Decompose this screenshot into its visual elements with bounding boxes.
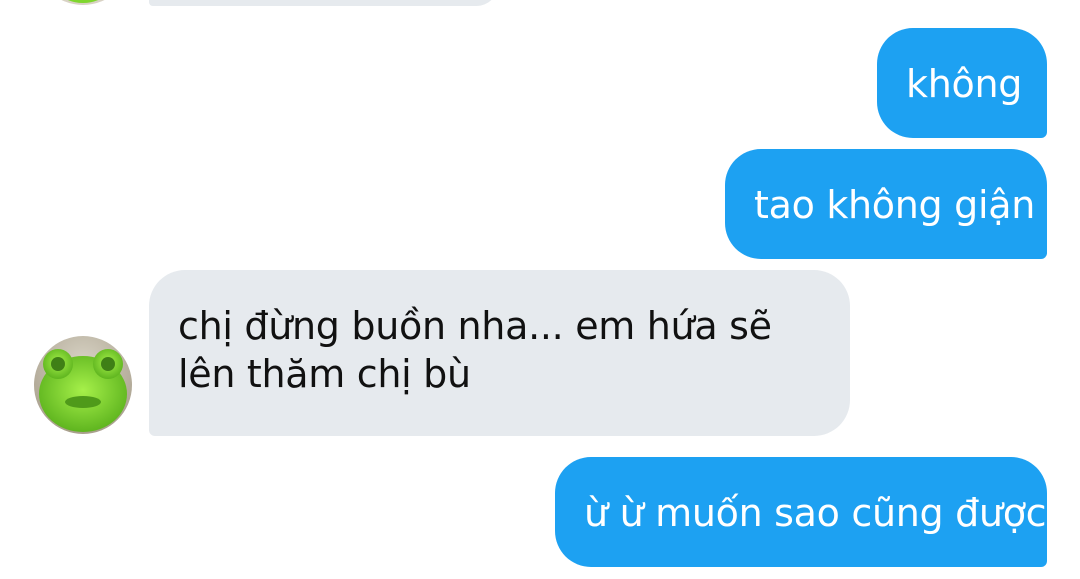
- message-bubble-received[interactable]: chị đừng buồn nha... em hứa sẽ lên thăm …: [149, 270, 850, 436]
- message-bubble-partial[interactable]: [149, 0, 499, 6]
- contact-avatar[interactable]: [34, 336, 132, 434]
- message-text: ừ ừ muốn sao cũng được: [584, 491, 1047, 535]
- message-text: chị đừng buồn nha... em hứa sẽ lên thăm …: [178, 304, 772, 396]
- message-text: tao không giận: [754, 183, 1035, 227]
- message-bubble-sent[interactable]: ừ ừ muốn sao cũng được: [555, 457, 1047, 567]
- message-bubble-sent[interactable]: không: [877, 28, 1047, 138]
- contact-avatar-top[interactable]: [34, 0, 132, 5]
- message-text: không: [906, 62, 1023, 106]
- frog-avatar-icon: [34, 0, 132, 5]
- frog-avatar-icon: [34, 336, 132, 434]
- message-bubble-sent[interactable]: tao không giận: [725, 149, 1047, 259]
